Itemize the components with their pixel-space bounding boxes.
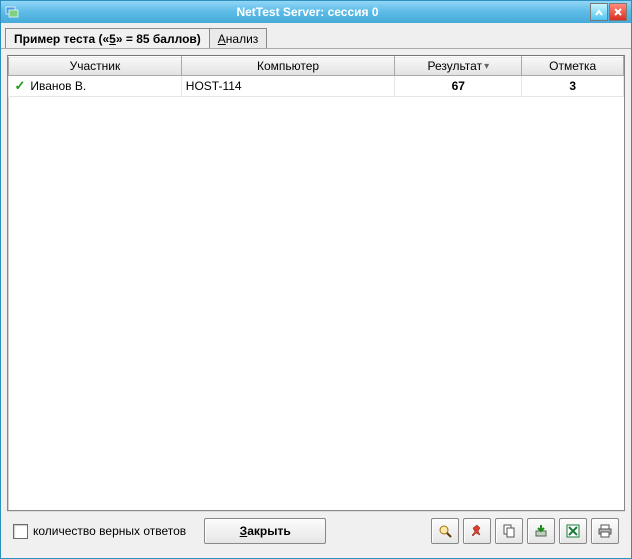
results-table: Участник Компьютер Результат▾ Отметка ✓ …: [8, 56, 624, 97]
pin-icon: [469, 523, 485, 539]
cell-mark: 3: [522, 76, 624, 97]
excel-button[interactable]: [559, 518, 587, 544]
cell-participant: ✓ Иванов В.: [9, 76, 182, 97]
maximize-button[interactable]: [590, 3, 608, 21]
cell-computer: HOST-114: [181, 76, 394, 97]
tab-analysis-hotkey: А: [218, 32, 226, 46]
table-header-row: Участник Компьютер Результат▾ Отметка: [9, 57, 624, 76]
toolbar: [431, 518, 619, 544]
checkmark-icon: ✓: [13, 78, 27, 94]
checkbox-label: количество верных ответов: [33, 524, 186, 538]
content-area: Участник Компьютер Результат▾ Отметка ✓ …: [1, 49, 631, 558]
copy-icon: [501, 523, 517, 539]
save-icon: [533, 523, 549, 539]
correct-count-checkbox[interactable]: количество верных ответов: [13, 524, 186, 539]
checkbox-box: [13, 524, 28, 539]
pin-button[interactable]: [463, 518, 491, 544]
cell-result: 67: [395, 76, 522, 97]
titlebar-buttons: [590, 3, 627, 21]
bottom-bar: количество верных ответов Закрыть: [7, 511, 625, 552]
tab-main-suffix: » = 85 баллов): [116, 32, 201, 46]
app-icon: [5, 5, 19, 19]
magnify-button[interactable]: [431, 518, 459, 544]
col-header-computer[interactable]: Компьютер: [181, 57, 394, 76]
tab-analysis[interactable]: Анализ: [210, 28, 268, 48]
magnifier-icon: [437, 523, 453, 539]
cell-participant-text: Иванов В.: [30, 79, 86, 93]
tab-analysis-rest: нализ: [226, 32, 259, 46]
table-row[interactable]: ✓ Иванов В. HOST-114 67 3: [9, 76, 624, 97]
col-header-participant[interactable]: Участник: [9, 57, 182, 76]
sort-indicator-icon: ▾: [484, 61, 489, 72]
excel-icon: [565, 523, 581, 539]
copy-button[interactable]: [495, 518, 523, 544]
titlebar: NetTest Server: сессия 0: [1, 1, 631, 23]
save-button[interactable]: [527, 518, 555, 544]
tab-test-example[interactable]: Пример теста («5» = 85 баллов): [5, 28, 210, 48]
close-button[interactable]: Закрыть: [204, 518, 326, 544]
col-header-result[interactable]: Результат▾: [395, 57, 522, 76]
tab-strip: Пример теста («5» = 85 баллов) Анализ: [1, 23, 631, 49]
app-window: NetTest Server: сессия 0 Пример теста («…: [0, 0, 632, 559]
tab-main-prefix: Пример теста («: [14, 32, 109, 46]
window-title: NetTest Server: сессия 0: [25, 5, 590, 19]
col-header-mark[interactable]: Отметка: [522, 57, 624, 76]
close-rest: акрыть: [247, 524, 291, 538]
close-window-button[interactable]: [609, 3, 627, 21]
print-button[interactable]: [591, 518, 619, 544]
table-wrapper: Участник Компьютер Результат▾ Отметка ✓ …: [7, 55, 625, 511]
tab-main-hotkey: 5: [109, 32, 116, 46]
printer-icon: [597, 523, 613, 539]
